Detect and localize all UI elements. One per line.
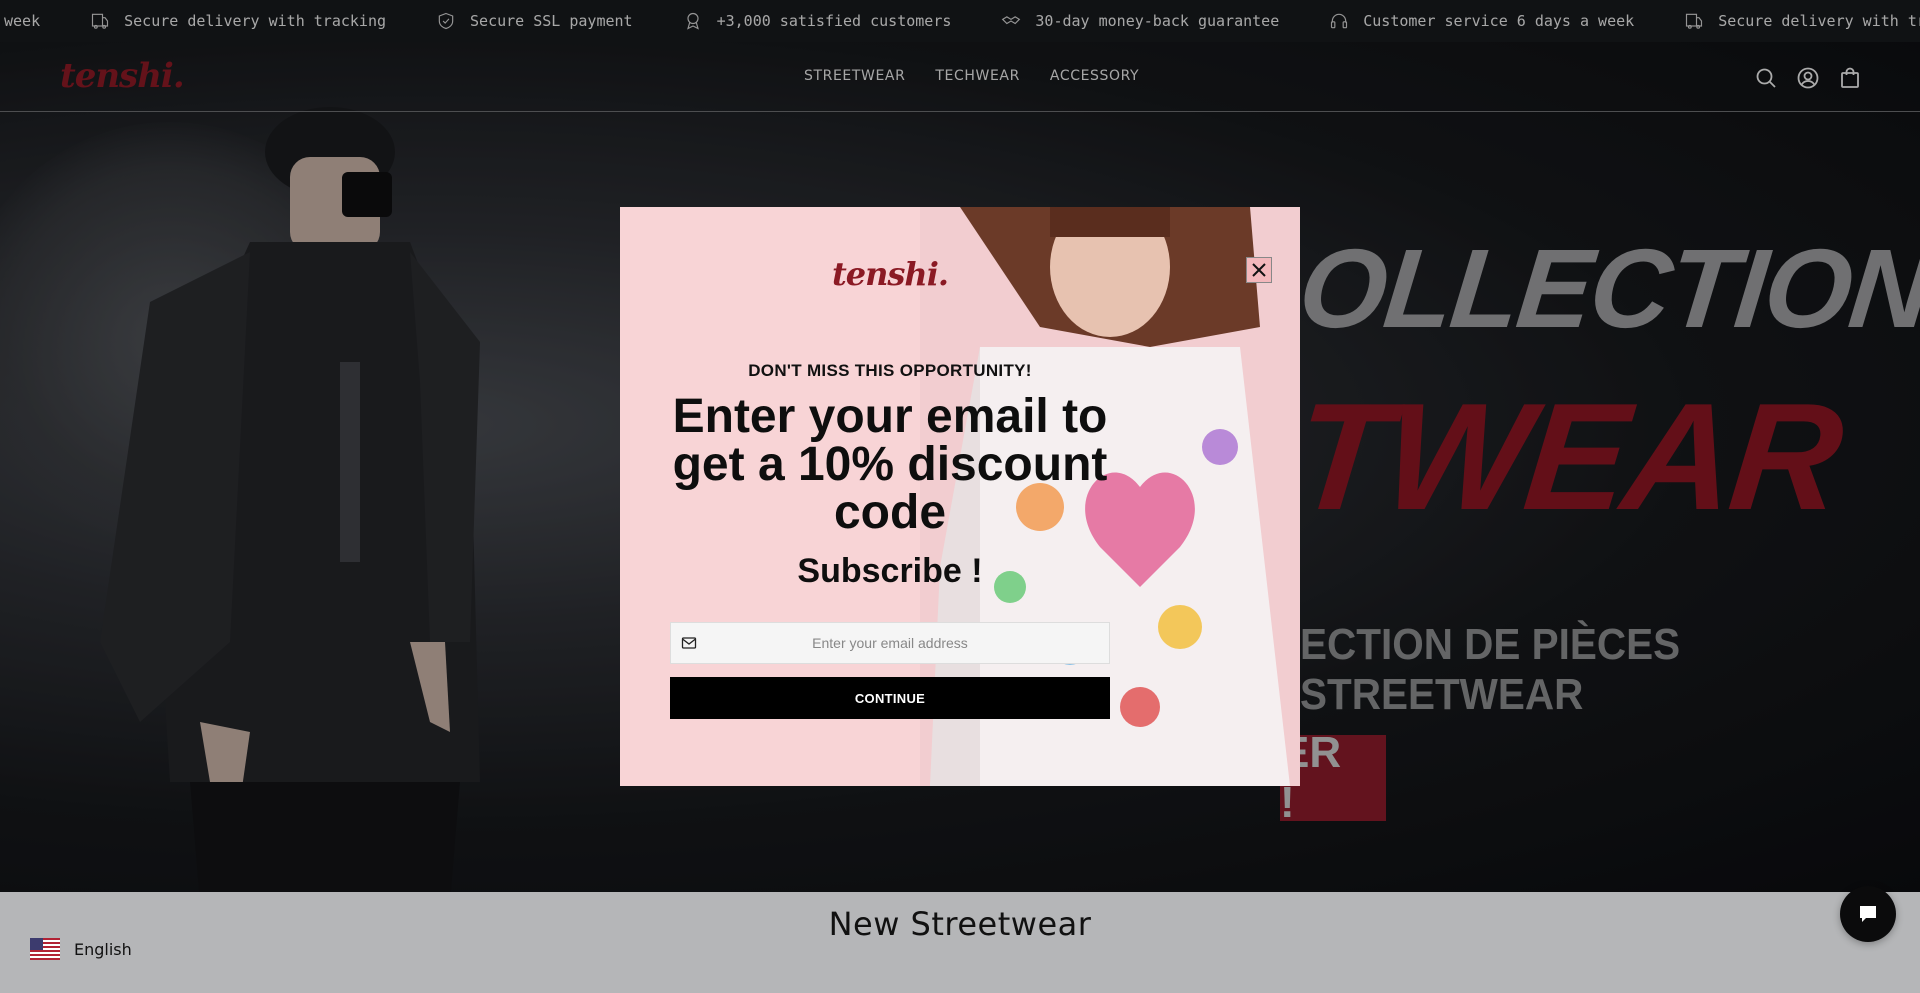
new-streetwear-section: New Streetwear English bbox=[0, 892, 1920, 993]
us-flag-icon bbox=[30, 938, 60, 960]
close-icon bbox=[1252, 263, 1266, 277]
modal-logo: tenshi. bbox=[832, 255, 949, 293]
continue-button[interactable]: CONTINUE bbox=[670, 677, 1110, 719]
email-input[interactable] bbox=[697, 623, 1109, 663]
modal-kicker: DON'T MISS THIS OPPORTUNITY! bbox=[748, 361, 1032, 380]
modal-close-button[interactable] bbox=[1246, 257, 1272, 283]
chat-button[interactable] bbox=[1840, 886, 1896, 942]
chat-bubble-icon bbox=[1860, 906, 1876, 922]
email-signup-modal: tenshi. DON'T MISS THIS OPPORTUNITY! Ent… bbox=[620, 207, 1300, 786]
mail-icon bbox=[681, 637, 697, 649]
modal-subscribe-text: Subscribe ! bbox=[797, 552, 983, 590]
language-selector[interactable]: English bbox=[30, 938, 132, 960]
modal-headline: Enter your email to get a 10% discount c… bbox=[672, 390, 1108, 539]
section-title: New Streetwear bbox=[828, 905, 1092, 943]
language-label: English bbox=[74, 939, 132, 959]
email-field-wrapper bbox=[670, 622, 1110, 664]
